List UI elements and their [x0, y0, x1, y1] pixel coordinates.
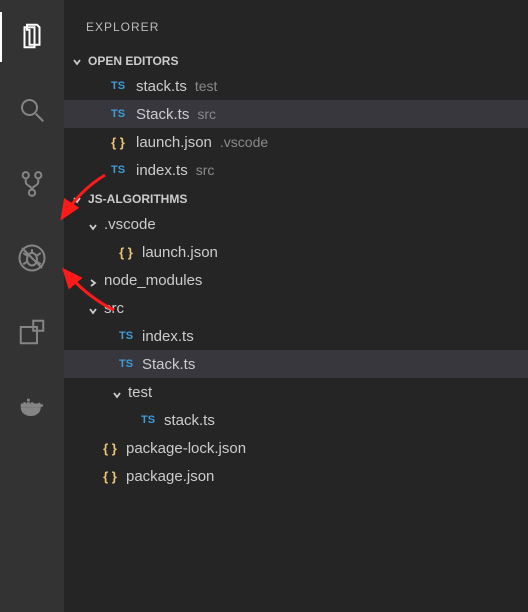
ts-icon: TS [108, 164, 128, 176]
activity-explorer[interactable] [0, 12, 64, 62]
file-path: src [197, 106, 216, 122]
json-icon: { } [116, 245, 136, 260]
chevron-down-icon [112, 387, 122, 397]
file-path: .vscode [220, 134, 268, 150]
search-icon [17, 95, 47, 128]
open-editor-item[interactable]: TS stack.ts test [64, 72, 528, 100]
file-package-lock[interactable]: { } package-lock.json [64, 434, 528, 462]
section-label: JS-ALGORITHMS [88, 192, 187, 206]
folder-label: src [104, 300, 124, 317]
file-name: Stack.ts [142, 356, 195, 373]
file-package[interactable]: { } package.json [64, 462, 528, 490]
file-name: package.json [126, 468, 214, 485]
activity-extensions[interactable] [0, 308, 64, 358]
json-icon: { } [108, 135, 128, 150]
chevron-down-icon [88, 219, 98, 229]
file-name: package-lock.json [126, 440, 246, 457]
panel-title: EXPLORER [64, 12, 528, 50]
chevron-down-icon [72, 194, 82, 204]
file-name: stack.ts [164, 412, 215, 429]
folder-label: .vscode [104, 216, 156, 233]
file-test-stack-ts[interactable]: TS stack.ts [64, 406, 528, 434]
file-name: index.ts [142, 328, 194, 345]
chevron-right-icon [88, 275, 98, 285]
ts-icon: TS [108, 108, 128, 120]
open-editor-item[interactable]: TS Stack.ts src [64, 100, 528, 128]
files-icon [17, 21, 47, 54]
open-editor-item[interactable]: { } launch.json .vscode [64, 128, 528, 156]
no-bug-icon [17, 243, 47, 276]
chevron-down-icon [72, 56, 82, 66]
folder-label: node_modules [104, 272, 202, 289]
activity-docker[interactable] [0, 382, 64, 432]
chevron-down-icon [88, 303, 98, 313]
file-path: src [196, 162, 215, 178]
git-branch-icon [17, 169, 47, 202]
ts-icon: TS [116, 358, 136, 370]
section-label: OPEN EDITORS [88, 54, 178, 68]
ts-icon: TS [116, 330, 136, 342]
activity-search[interactable] [0, 86, 64, 136]
file-name: index.ts [136, 162, 188, 179]
ts-icon: TS [108, 80, 128, 92]
folder-src[interactable]: src [64, 294, 528, 322]
activity-bar [0, 0, 64, 612]
file-launch-json[interactable]: { } launch.json [64, 238, 528, 266]
file-stack-ts[interactable]: TS Stack.ts [64, 350, 528, 378]
activity-debug[interactable] [0, 234, 64, 284]
section-workspace-header[interactable]: JS-ALGORITHMS [64, 188, 528, 210]
file-index-ts[interactable]: TS index.ts [64, 322, 528, 350]
activity-source-control[interactable] [0, 160, 64, 210]
ts-icon: TS [138, 414, 158, 426]
file-path: test [195, 78, 218, 94]
open-editor-item[interactable]: TS index.ts src [64, 156, 528, 184]
folder-node-modules[interactable]: node_modules [64, 266, 528, 294]
explorer-sidebar: EXPLORER OPEN EDITORS TS stack.ts test T… [64, 0, 528, 612]
file-name: launch.json [142, 244, 218, 261]
section-open-editors-header[interactable]: OPEN EDITORS [64, 50, 528, 72]
json-icon: { } [100, 469, 120, 484]
folder-vscode[interactable]: .vscode [64, 210, 528, 238]
folder-label: test [128, 384, 152, 401]
file-name: Stack.ts [136, 106, 189, 123]
file-name: launch.json [136, 134, 212, 151]
docker-whale-icon [17, 391, 47, 424]
extensions-icon [17, 317, 47, 350]
json-icon: { } [100, 441, 120, 456]
file-name: stack.ts [136, 78, 187, 95]
folder-test[interactable]: test [64, 378, 528, 406]
